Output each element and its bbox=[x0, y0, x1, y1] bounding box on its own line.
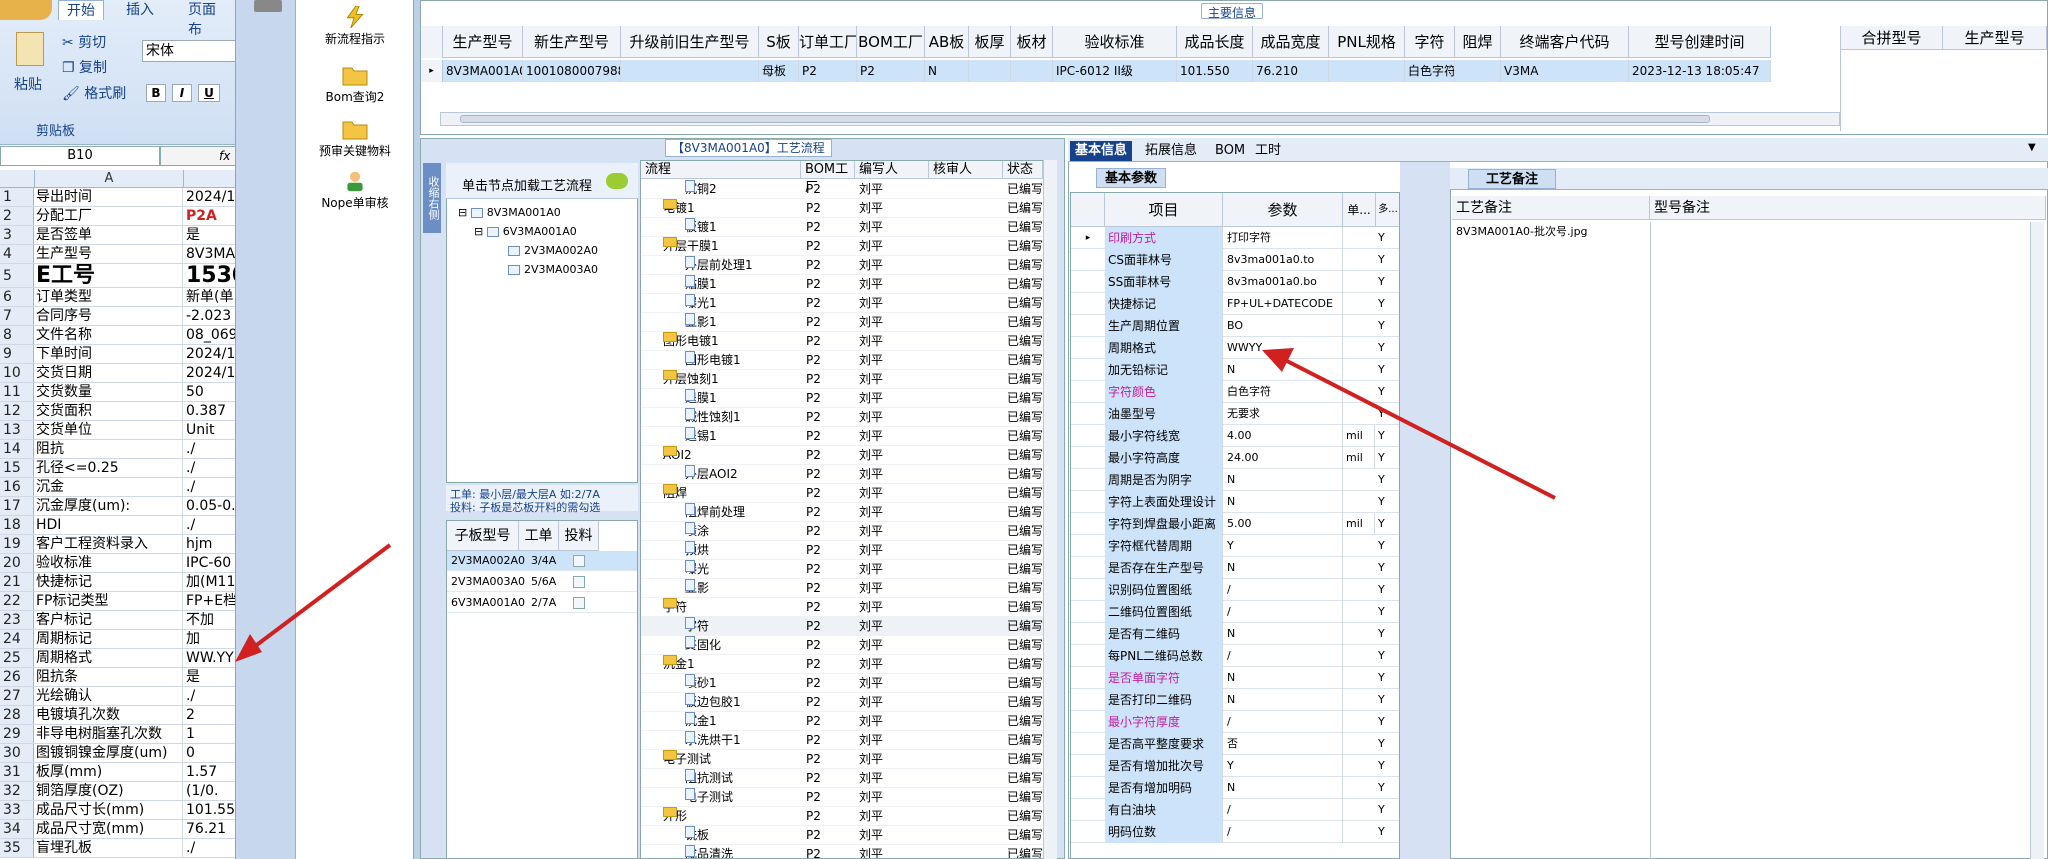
red-arrow-1-head bbox=[235, 634, 262, 662]
red-arrow-2-line bbox=[1284, 358, 1556, 500]
red-arrow-1-line bbox=[248, 543, 392, 652]
annotation-arrows bbox=[235, 348, 1556, 662]
